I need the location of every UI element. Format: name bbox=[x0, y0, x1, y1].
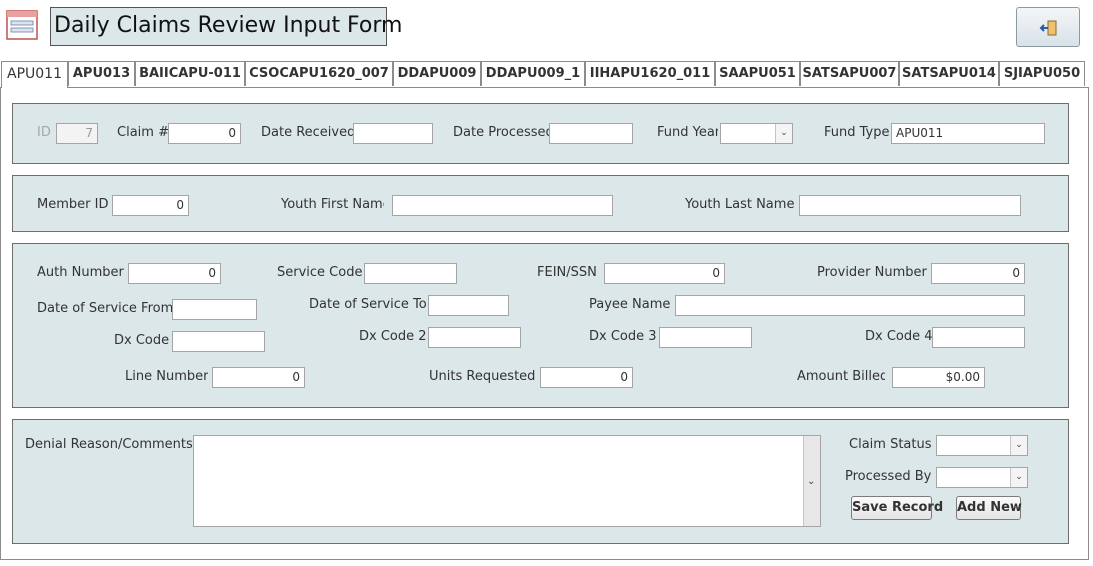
auth-number-field[interactable]: 0 bbox=[128, 263, 221, 284]
exit-door-icon bbox=[1039, 20, 1057, 36]
youth-last-name-label: Youth Last Name bbox=[685, 197, 795, 212]
dx-code-4-label: Dx Code 4 bbox=[865, 329, 933, 344]
tab-ddapu009-1[interactable]: DDAPU009_1 bbox=[481, 61, 585, 86]
units-requested-label: Units Requested bbox=[429, 369, 536, 384]
fund-type-field[interactable]: APU011 bbox=[891, 123, 1045, 144]
auth-number-label: Auth Number bbox=[37, 265, 124, 280]
tab-ddapu009[interactable]: DDAPU009 bbox=[393, 61, 481, 86]
memo-scrollbar[interactable]: ⌄ bbox=[803, 436, 820, 526]
provider-number-label: Provider Number bbox=[817, 265, 927, 280]
service-code-field[interactable] bbox=[364, 263, 457, 284]
chevron-down-icon[interactable]: ⌄ bbox=[775, 124, 792, 143]
youth-first-name-label: Youth First Name bbox=[281, 197, 384, 212]
date-received-field[interactable] bbox=[353, 123, 433, 144]
processed-by-select[interactable]: ⌄ bbox=[936, 467, 1028, 488]
line-number-field[interactable]: 0 bbox=[212, 367, 305, 388]
exit-button[interactable] bbox=[1016, 7, 1080, 47]
tab-csocapu1620-007[interactable]: CSOCAPU1620_007 bbox=[245, 61, 393, 86]
chevron-down-icon[interactable]: ⌄ bbox=[807, 476, 815, 487]
chevron-down-icon[interactable]: ⌄ bbox=[1010, 436, 1027, 455]
line-number-label: Line Number bbox=[125, 369, 209, 384]
payee-name-field[interactable] bbox=[675, 295, 1025, 316]
tab-baiicapu-011[interactable]: BAIICAPU-011 bbox=[135, 61, 245, 86]
dx-code-field[interactable] bbox=[172, 331, 265, 352]
add-new-button[interactable]: Add New bbox=[956, 496, 1022, 520]
youth-last-name-field[interactable] bbox=[799, 195, 1021, 216]
date-processed-label: Date Processed bbox=[453, 125, 549, 140]
tab-iihapu1620-011[interactable]: IIHAPU1620_011 bbox=[585, 61, 715, 86]
youth-first-name-field[interactable] bbox=[392, 195, 613, 216]
units-requested-field[interactable]: 0 bbox=[540, 367, 633, 388]
member-id-label: Member ID bbox=[37, 197, 109, 212]
dx-code-label: Dx Code bbox=[114, 333, 170, 348]
date-of-service-to-label: Date of Service To bbox=[309, 297, 427, 312]
chevron-down-icon[interactable]: ⌄ bbox=[1010, 468, 1027, 487]
fund-year-select[interactable]: ⌄ bbox=[720, 123, 793, 144]
tab-apu013[interactable]: APU013 bbox=[68, 61, 135, 86]
amount-billed-label: Amount Billed bbox=[797, 369, 885, 384]
dx-code-3-field[interactable] bbox=[659, 327, 752, 348]
date-of-service-to-field[interactable] bbox=[428, 295, 509, 316]
save-record-button[interactable]: Save Record bbox=[851, 496, 943, 520]
denial-reason-field[interactable]: ⌄ bbox=[193, 435, 821, 527]
claim-status-label: Claim Status bbox=[849, 437, 932, 452]
form-icon bbox=[6, 10, 38, 40]
tab-satsapu007[interactable]: SATSAPU007 bbox=[800, 61, 899, 86]
form-title: Daily Claims Review Input Form bbox=[50, 7, 402, 46]
member-id-field[interactable]: 0 bbox=[112, 195, 189, 216]
tab-apu011[interactable]: APU011 bbox=[1, 61, 68, 88]
fein-ssn-label: FEIN/SSN bbox=[537, 265, 597, 280]
claim-number-field[interactable]: 0 bbox=[168, 123, 241, 144]
dx-code-2-field[interactable] bbox=[428, 327, 521, 348]
dx-code-4-field[interactable] bbox=[932, 327, 1025, 348]
id-label: ID bbox=[37, 125, 51, 140]
id-field: 7 bbox=[56, 123, 98, 144]
fund-year-label: Fund Year bbox=[657, 125, 718, 140]
provider-number-field[interactable]: 0 bbox=[931, 263, 1025, 284]
tab-sjiapu050[interactable]: SJIAPU050 bbox=[999, 61, 1085, 86]
date-received-label: Date Received bbox=[261, 125, 356, 140]
date-of-service-from-field[interactable] bbox=[172, 299, 257, 320]
tab-saapu051[interactable]: SAAPU051 bbox=[715, 61, 800, 86]
service-code-label: Service Code bbox=[277, 265, 363, 280]
payee-name-label: Payee Name bbox=[589, 297, 671, 312]
date-processed-field[interactable] bbox=[549, 123, 633, 144]
claim-number-label: Claim # bbox=[117, 125, 169, 140]
dx-code-3-label: Dx Code 3 bbox=[589, 329, 657, 344]
fund-type-label: Fund Type bbox=[824, 125, 890, 140]
dx-code-2-label: Dx Code 2 bbox=[359, 329, 427, 344]
tab-satsapu014[interactable]: SATSAPU014 bbox=[899, 61, 999, 86]
claim-status-select[interactable]: ⌄ bbox=[936, 435, 1028, 456]
date-of-service-from-label: Date of Service From bbox=[37, 301, 174, 316]
processed-by-label: Processed By bbox=[845, 469, 932, 484]
amount-billed-field[interactable]: $0.00 bbox=[892, 367, 985, 388]
denial-reason-label: Denial Reason/Comments bbox=[25, 437, 193, 452]
fein-ssn-field[interactable]: 0 bbox=[604, 263, 725, 284]
